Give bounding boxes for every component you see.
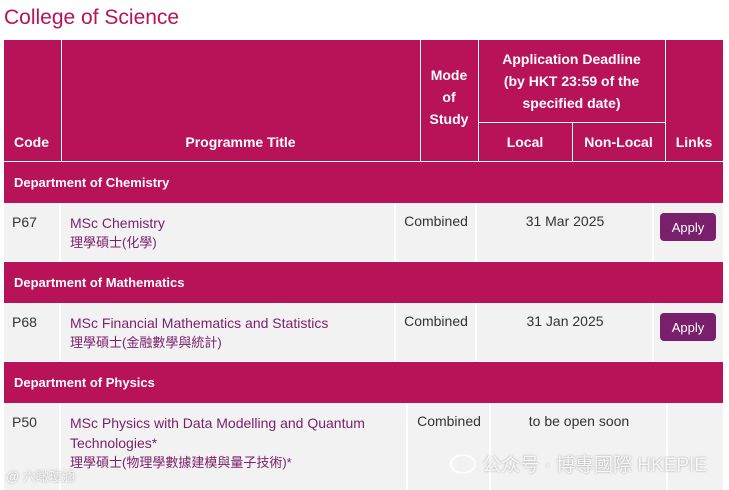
programme-title-cell: MSc Chemistry 理學碩士(化學) [59,203,400,261]
wechat-icon [450,453,477,474]
table-row: P67 MSc Chemistry 理學碩士(化學) Combined 31 M… [4,203,723,261]
table-row: P68 MSc Financial Mathematics and Statis… [4,303,723,361]
links-cell: Apply [652,203,725,261]
programme-title-cell: MSc Financial Mathematics and Statistics… [59,303,400,361]
header-programme-title: Programme Title [185,134,296,150]
programme-title-zh-link[interactable]: 理學碩士(物理學數據建模與量子技術)* [70,453,413,473]
header-mode-of-study: Mode of Study [429,66,469,127]
deadline: 31 Jan 2025 [475,303,653,361]
header-non-local: Non-Local [584,134,653,150]
header-links: Links [675,134,713,150]
watermark: 公众号 · 博專國際 HKEPIE [450,450,707,477]
college-title: College of Science [4,6,180,29]
links-cell: Apply [652,303,725,361]
programme-title-cell: MSc Physics with Data Modelling and Quan… [59,403,413,490]
programme-title-zh-link[interactable]: 理學碩士(金融數學與統計) [70,333,400,353]
programme-code: P68 [12,314,37,330]
deadline: 31 Mar 2025 [475,203,653,261]
programme-title-link-line2[interactable]: Technologies* [70,433,413,453]
header-application-deadline: Application Deadline (by HKT 23:59 of th… [502,51,641,111]
programme-title-link[interactable]: MSc Financial Mathematics and Statistics [70,313,400,333]
watermark-left: @ 六瞰瓊滷 [6,469,75,484]
department-row-mathematics: Department of Mathematics [4,262,723,303]
mode-of-study: Combined [394,303,476,361]
programme-code: P67 [12,214,37,230]
mode-of-study: Combined [394,203,476,261]
header-code: Code [14,134,49,150]
header-local: Local [506,134,544,150]
department-row-chemistry: Department of Chemistry [4,162,723,203]
programme-title-zh-link[interactable]: 理學碩士(化學) [70,233,400,253]
apply-button[interactable]: Apply [660,213,716,241]
programme-title-link[interactable]: MSc Chemistry [70,213,400,233]
table-header: Code Programme Title Mode of Study Appli… [4,40,723,161]
department-row-physics: Department of Physics [4,362,723,403]
programme-title-link[interactable]: MSc Physics with Data Modelling and Quan… [70,413,413,433]
apply-button[interactable]: Apply [660,313,716,341]
